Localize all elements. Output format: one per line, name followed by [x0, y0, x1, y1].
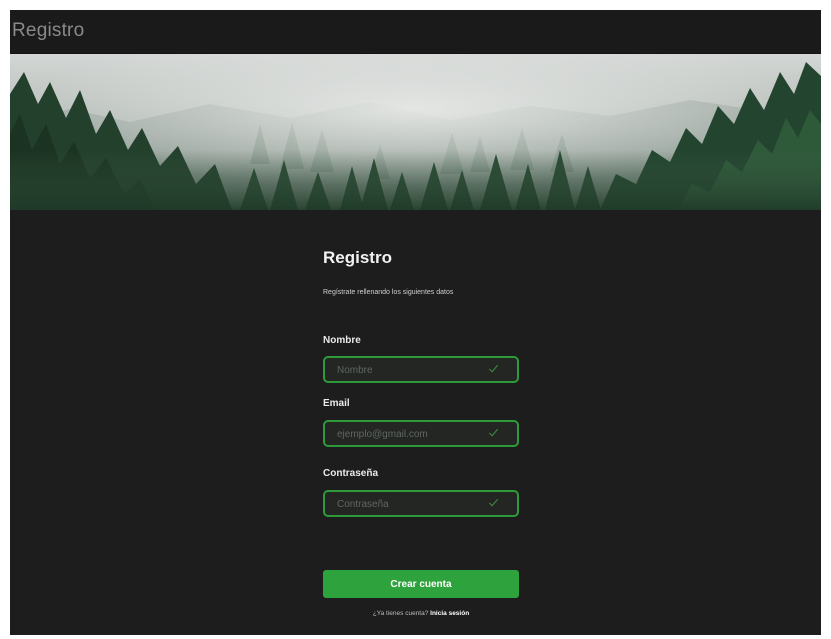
check-icon: [488, 498, 499, 507]
check-icon: [488, 364, 499, 373]
name-input[interactable]: [337, 363, 487, 377]
app-title: Registro: [12, 20, 85, 41]
forest-banner-image: [10, 54, 821, 210]
password-input[interactable]: [337, 497, 487, 511]
name-field[interactable]: [323, 356, 519, 383]
form-subtitle: Regístrate rellenando los siguientes dat…: [323, 289, 454, 296]
email-input[interactable]: [337, 427, 487, 441]
forest-illustration: [10, 54, 821, 210]
email-field[interactable]: [323, 420, 519, 447]
check-icon: [488, 428, 499, 437]
email-label: Email: [323, 398, 350, 409]
login-prompt: ¿Ya tienes cuenta? Inicia sesión: [323, 610, 519, 617]
form-title: Registro: [323, 248, 392, 267]
name-label: Nombre: [323, 335, 361, 346]
title-bar: Registro: [10, 10, 821, 54]
login-link[interactable]: Inicia sesión: [430, 610, 469, 617]
password-label: Contraseña: [323, 468, 379, 479]
password-field[interactable]: [323, 490, 519, 517]
login-prompt-text: ¿Ya tienes cuenta?: [372, 610, 429, 617]
app-window: Registro Registro Regístrate rellenando …: [10, 10, 821, 635]
create-account-button[interactable]: Crear cuenta: [323, 570, 519, 598]
